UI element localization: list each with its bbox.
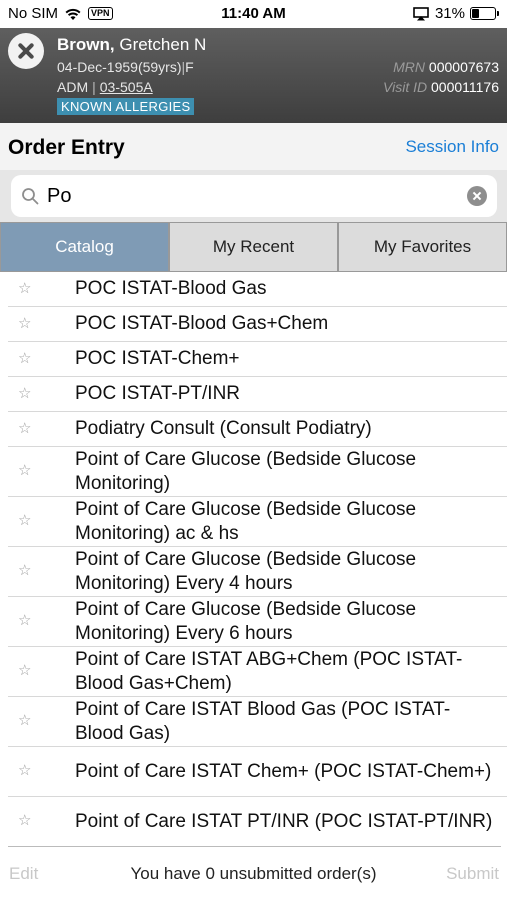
order-item[interactable]: ☆ Point of Care Glucose (Bedside Glucose… — [8, 497, 507, 547]
favorite-star-icon[interactable]: ☆ — [18, 511, 31, 529]
battery-tip-icon — [497, 11, 499, 16]
patient-name: Brown, Gretchen N — [57, 35, 206, 55]
close-icon[interactable] — [8, 33, 44, 69]
search-icon — [22, 188, 39, 205]
order-label: POC ISTAT-Blood Gas+Chem — [75, 313, 329, 334]
order-item[interactable]: ☆ Point of Care Glucose (Bedside Glucose… — [8, 547, 507, 597]
battery-percent: 31% — [434, 5, 465, 22]
order-label: Point of Care Glucose (Bedside Glucose M… — [75, 448, 417, 494]
visit-id-value: 000011176 — [431, 79, 499, 95]
favorite-star-icon[interactable]: ☆ — [18, 461, 31, 479]
patient-sex: F — [185, 59, 194, 75]
favorite-star-icon[interactable]: ☆ — [18, 279, 31, 297]
order-label: Point of Care Glucose (Bedside Glucose M… — [75, 548, 417, 594]
order-label: Point of Care Glucose (Bedside Glucose M… — [75, 598, 417, 644]
order-item[interactable]: ☆ Point of Care ISTAT Chem+ (POC ISTAT-C… — [8, 747, 507, 797]
mrn-value: 000007673 — [428, 59, 499, 75]
patient-dob: 04-Dec-1959 — [57, 59, 138, 75]
order-item[interactable]: ☆ Point of Care ISTAT PT/INR (POC ISTAT-… — [8, 797, 507, 846]
patient-age: (59yrs) — [137, 59, 182, 75]
favorite-star-icon[interactable]: ☆ — [18, 811, 31, 829]
favorite-star-icon[interactable]: ☆ — [18, 711, 31, 729]
search-box[interactable] — [11, 175, 497, 217]
order-item[interactable]: ☆ Point of Care ISTAT Blood Gas (POC IST… — [8, 697, 507, 747]
status-right: 31% — [413, 5, 499, 22]
known-allergies-badge[interactable]: KNOWN ALLERGIES — [57, 98, 195, 115]
order-item[interactable]: ☆ Podiatry Consult (Consult Podiatry) — [8, 412, 507, 447]
footer-divider — [8, 846, 501, 847]
favorite-star-icon[interactable]: ☆ — [18, 419, 31, 437]
page-title: Order Entry — [8, 136, 125, 159]
order-item[interactable]: ☆ Point of Care ISTAT ABG+Chem (POC ISTA… — [8, 647, 507, 697]
encounter-type: ADM — [57, 79, 89, 95]
order-label: Point of Care ISTAT ABG+Chem (POC ISTAT-… — [75, 648, 463, 694]
patient-visit-id: Visit ID 000011176 — [383, 79, 499, 95]
patient-mrn: MRN 000007673 — [393, 59, 499, 75]
tab-catalog[interactable]: Catalog — [0, 222, 169, 272]
order-label: POC ISTAT-PT/INR — [75, 383, 241, 404]
favorite-star-icon[interactable]: ☆ — [18, 384, 31, 402]
favorite-star-icon[interactable]: ☆ — [18, 561, 31, 579]
favorite-star-icon[interactable]: ☆ — [18, 661, 31, 679]
order-item[interactable]: ☆ Point of Care Glucose (Bedside Glucose… — [8, 447, 507, 497]
screen-mirroring-icon — [413, 6, 429, 20]
tab-bar: Catalog My Recent My Favorites — [0, 222, 507, 272]
order-item[interactable]: ☆ POC ISTAT-Chem+ — [8, 342, 507, 377]
tab-my-recent[interactable]: My Recent — [169, 222, 338, 272]
order-label: Point of Care ISTAT PT/INR (POC ISTAT-PT… — [75, 810, 493, 832]
battery-icon — [470, 7, 496, 20]
favorite-star-icon[interactable]: ☆ — [18, 314, 31, 332]
battery-fill — [472, 9, 479, 18]
favorite-star-icon[interactable]: ☆ — [18, 761, 31, 779]
status-bar: No SIM VPN 11:40 AM 31% — [0, 0, 507, 28]
tab-my-favorites[interactable]: My Favorites — [338, 222, 507, 272]
patient-room-link[interactable]: 03-505A — [100, 79, 153, 95]
patient-banner: Brown, Gretchen N 04-Dec-1959(59yrs)|F A… — [0, 28, 507, 123]
separator: | — [92, 79, 96, 95]
order-item[interactable]: ☆ POC ISTAT-PT/INR — [8, 377, 507, 412]
order-label: Point of Care ISTAT Chem+ (POC ISTAT-Che… — [75, 760, 492, 782]
order-label: Point of Care Glucose (Bedside Glucose M… — [75, 498, 417, 544]
order-label: Podiatry Consult (Consult Podiatry) — [75, 418, 372, 439]
patient-first-name: Gretchen N — [119, 35, 207, 54]
submit-button[interactable]: Submit — [446, 864, 499, 884]
visit-id-label: Visit ID — [383, 79, 428, 95]
patient-last-name: Brown, — [57, 35, 115, 54]
session-info-link[interactable]: Session Info — [405, 137, 499, 157]
order-label: POC ISTAT-Chem+ — [75, 348, 240, 369]
order-item[interactable]: ☆ POC ISTAT-Blood Gas — [8, 272, 507, 307]
mrn-label: MRN — [393, 59, 426, 75]
order-label: POC ISTAT-Blood Gas — [75, 278, 267, 299]
patient-encounter: ADM | 03-505A — [57, 79, 153, 95]
clear-search-icon[interactable] — [467, 186, 487, 206]
patient-demographics: 04-Dec-1959(59yrs)|F — [57, 59, 194, 75]
footer-toolbar: Edit You have 0 unsubmitted order(s) Sub… — [0, 846, 507, 900]
order-label: Point of Care ISTAT Blood Gas (POC ISTAT… — [75, 698, 451, 744]
search-input[interactable] — [47, 183, 447, 209]
favorite-star-icon[interactable]: ☆ — [18, 611, 31, 629]
order-item[interactable]: ☆ Point of Care Glucose (Bedside Glucose… — [8, 597, 507, 647]
title-bar: Order Entry Session Info — [0, 123, 507, 170]
favorite-star-icon[interactable]: ☆ — [18, 349, 31, 367]
search-bar — [0, 170, 507, 222]
unsubmitted-orders-status: You have 0 unsubmitted order(s) — [130, 864, 377, 883]
order-catalog-list: ☆ POC ISTAT-Blood Gas ☆ POC ISTAT-Blood … — [0, 272, 507, 846]
order-item[interactable]: ☆ POC ISTAT-Blood Gas+Chem — [8, 307, 507, 342]
